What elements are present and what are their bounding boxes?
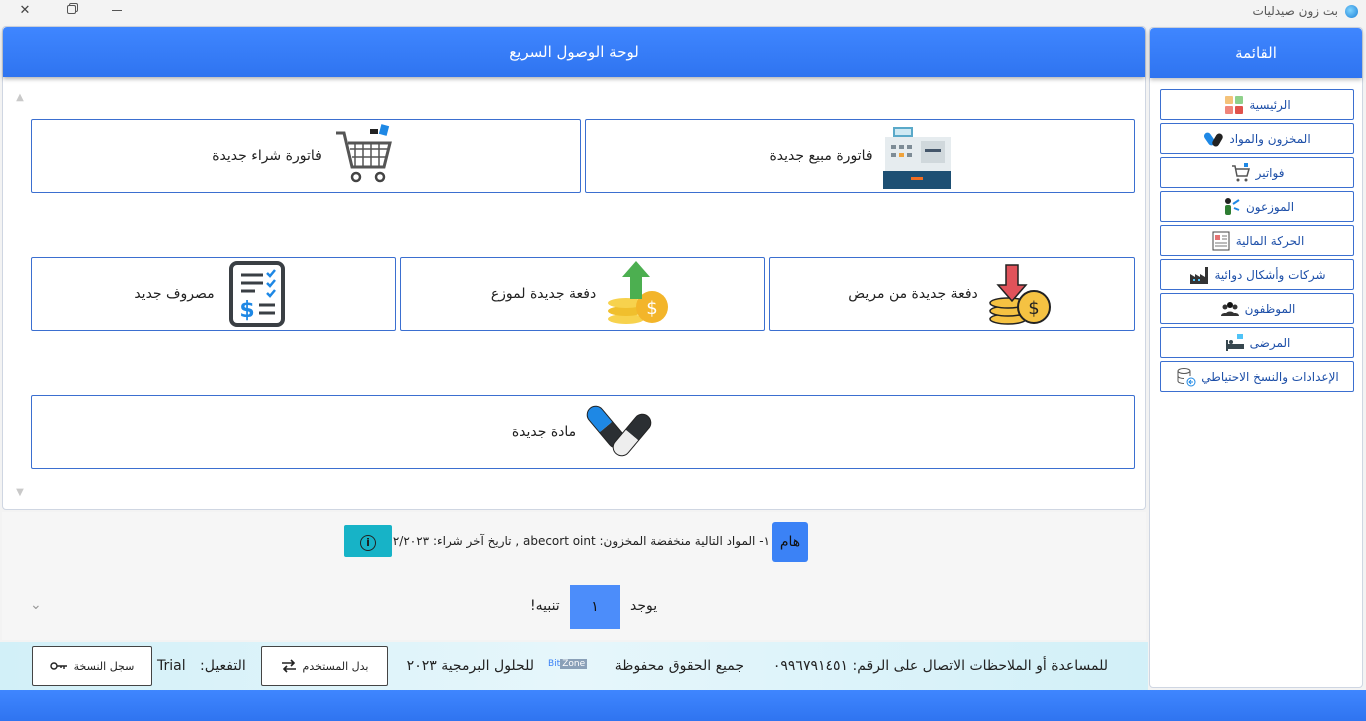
expense-checklist-icon: $: [228, 261, 285, 327]
svg-text:$: $: [239, 298, 254, 323]
info-icon: i: [360, 535, 376, 551]
svg-text:$: $: [1028, 298, 1039, 319]
bitzone-logo: Bit Zone: [548, 659, 588, 669]
employees-icon: [1220, 301, 1239, 316]
cash-register-icon: [882, 127, 951, 189]
tile-label: دفعة جديدة من مريض: [848, 286, 978, 302]
sidebar-item-label: المخزون والمواد: [1229, 131, 1311, 146]
sidebar-item-label: فواتير: [1255, 165, 1285, 180]
sidebar-item-settings[interactable]: الإعدادات والنسخ الاحتياطي: [1160, 361, 1354, 392]
patient-bed-icon: [1225, 333, 1244, 351]
distributor-icon: [1224, 197, 1240, 215]
register-copy-button[interactable]: سجل النسخة: [32, 646, 152, 686]
footer: للمساعدة أو الملاحظات الاتصال على الرقم:…: [0, 642, 1148, 690]
sidebar-item-label: الموزعون: [1245, 199, 1295, 214]
swap-arrows-icon: [281, 659, 296, 673]
shopping-cart-icon: [335, 124, 392, 183]
maximize-window-button[interactable]: [60, 2, 82, 20]
scroll-up-icon[interactable]: ▲: [13, 91, 27, 105]
pills-icon: [1204, 132, 1224, 147]
notifications-panel: هام ١- المواد التالية منخفضة المخزون: ab…: [2, 512, 1146, 640]
activation-label: التفعيل:: [200, 658, 246, 674]
app-title: بت زون صيدليات: [1252, 4, 1339, 18]
key-icon: [49, 662, 67, 670]
sidebar-item-label: الحركة المالية: [1235, 233, 1305, 248]
tile-label: دفعة جديدة لموزع: [490, 286, 597, 302]
financial-report-icon: [1212, 231, 1230, 250]
sidebar-item-label: المرضى: [1249, 335, 1291, 350]
svg-text:$: $: [646, 298, 657, 319]
sidebar-item-home[interactable]: الرئيسية: [1160, 89, 1354, 120]
company-text: للحلول البرمجية ٢٠٢٣: [406, 658, 534, 674]
sidebar-item-label: شركات وأشكال دوائية: [1214, 267, 1326, 282]
chevron-down-icon[interactable]: ⌄: [30, 597, 42, 613]
switch-user-button[interactable]: بدل المستخدم: [261, 646, 388, 686]
new-expense-button[interactable]: $ مصروف جديد: [31, 257, 396, 331]
new-distributor-payment-button[interactable]: $ دفعة جديدة لموزع: [400, 257, 765, 331]
database-backup-icon: [1177, 367, 1196, 386]
tile-label: فاتورة مبيع جديدة: [769, 148, 873, 164]
minimize-window-button[interactable]: [106, 2, 128, 20]
title-bar: ✕ بت زون صيدليات: [0, 0, 1366, 24]
sidebar-title: القائمة: [1150, 28, 1362, 78]
close-window-button[interactable]: ✕: [14, 2, 36, 20]
alert-count[interactable]: ١: [570, 585, 620, 629]
sidebar: القائمة الرئيسية المخزون والمواد فواتير …: [1149, 27, 1363, 688]
tile-label: فاتورة شراء جديدة: [212, 148, 322, 164]
sidebar-item-finance[interactable]: الحركة المالية: [1160, 225, 1354, 256]
cart-icon: [1231, 162, 1250, 181]
tile-label: مادة جديدة: [511, 424, 577, 440]
sidebar-item-employees[interactable]: الموظفون: [1160, 293, 1354, 324]
rights-text: جميع الحقوق محفوظة: [614, 658, 744, 674]
bottom-status-bar: [0, 690, 1366, 721]
sidebar-item-inventory[interactable]: المخزون والمواد: [1160, 123, 1354, 154]
tile-label: مصروف جديد: [134, 286, 215, 302]
capsules-icon: [586, 405, 652, 457]
sidebar-item-companies[interactable]: شركات وأشكال دوائية: [1160, 259, 1354, 290]
new-purchase-invoice-button[interactable]: فاتورة شراء جديدة: [31, 119, 581, 193]
important-badge: هام: [772, 522, 808, 562]
sidebar-menu: الرئيسية المخزون والمواد فواتير الموزعون…: [1160, 89, 1354, 395]
new-sale-invoice-button[interactable]: فاتورة مبيع جديدة: [585, 119, 1135, 193]
low-stock-message: ١- المواد التالية منخفضة المخزون: abecor…: [369, 534, 770, 548]
new-item-button[interactable]: مادة جديدة: [31, 395, 1135, 469]
coins-down-icon: $: [989, 264, 1051, 325]
quick-access-title: لوحة الوصول السريع: [3, 27, 1145, 77]
factory-icon: [1190, 266, 1209, 284]
new-patient-payment-button[interactable]: $ دفعة جديدة من مريض: [769, 257, 1135, 331]
alert-count-suffix: تنبيه!: [530, 598, 560, 614]
coins-up-icon: $: [608, 261, 669, 324]
scroll-down-icon[interactable]: ▼: [13, 486, 27, 500]
restore-icon: [66, 5, 76, 14]
minimize-icon: [112, 10, 122, 11]
activation-value: Trial: [157, 658, 186, 674]
sidebar-item-label: الموظفون: [1244, 301, 1296, 316]
app-logo-icon: [1345, 5, 1358, 18]
sidebar-item-patients[interactable]: المرضى: [1160, 327, 1354, 358]
sidebar-item-label: الإعدادات والنسخ الاحتياطي: [1201, 369, 1339, 384]
sidebar-item-distributors[interactable]: الموزعون: [1160, 191, 1354, 222]
info-button[interactable]: i: [344, 525, 392, 557]
home-tiles-icon: [1225, 95, 1244, 114]
quick-access-panel: لوحة الوصول السريع ▲ ▼ فاتورة مبيع جديدة…: [2, 26, 1146, 510]
alert-count-prefix: يوجد: [630, 598, 658, 614]
help-contact-text: للمساعدة أو الملاحظات الاتصال على الرقم:…: [772, 658, 1108, 674]
sidebar-item-invoices[interactable]: فواتير: [1160, 157, 1354, 188]
sidebar-item-label: الرئيسية: [1249, 97, 1291, 112]
